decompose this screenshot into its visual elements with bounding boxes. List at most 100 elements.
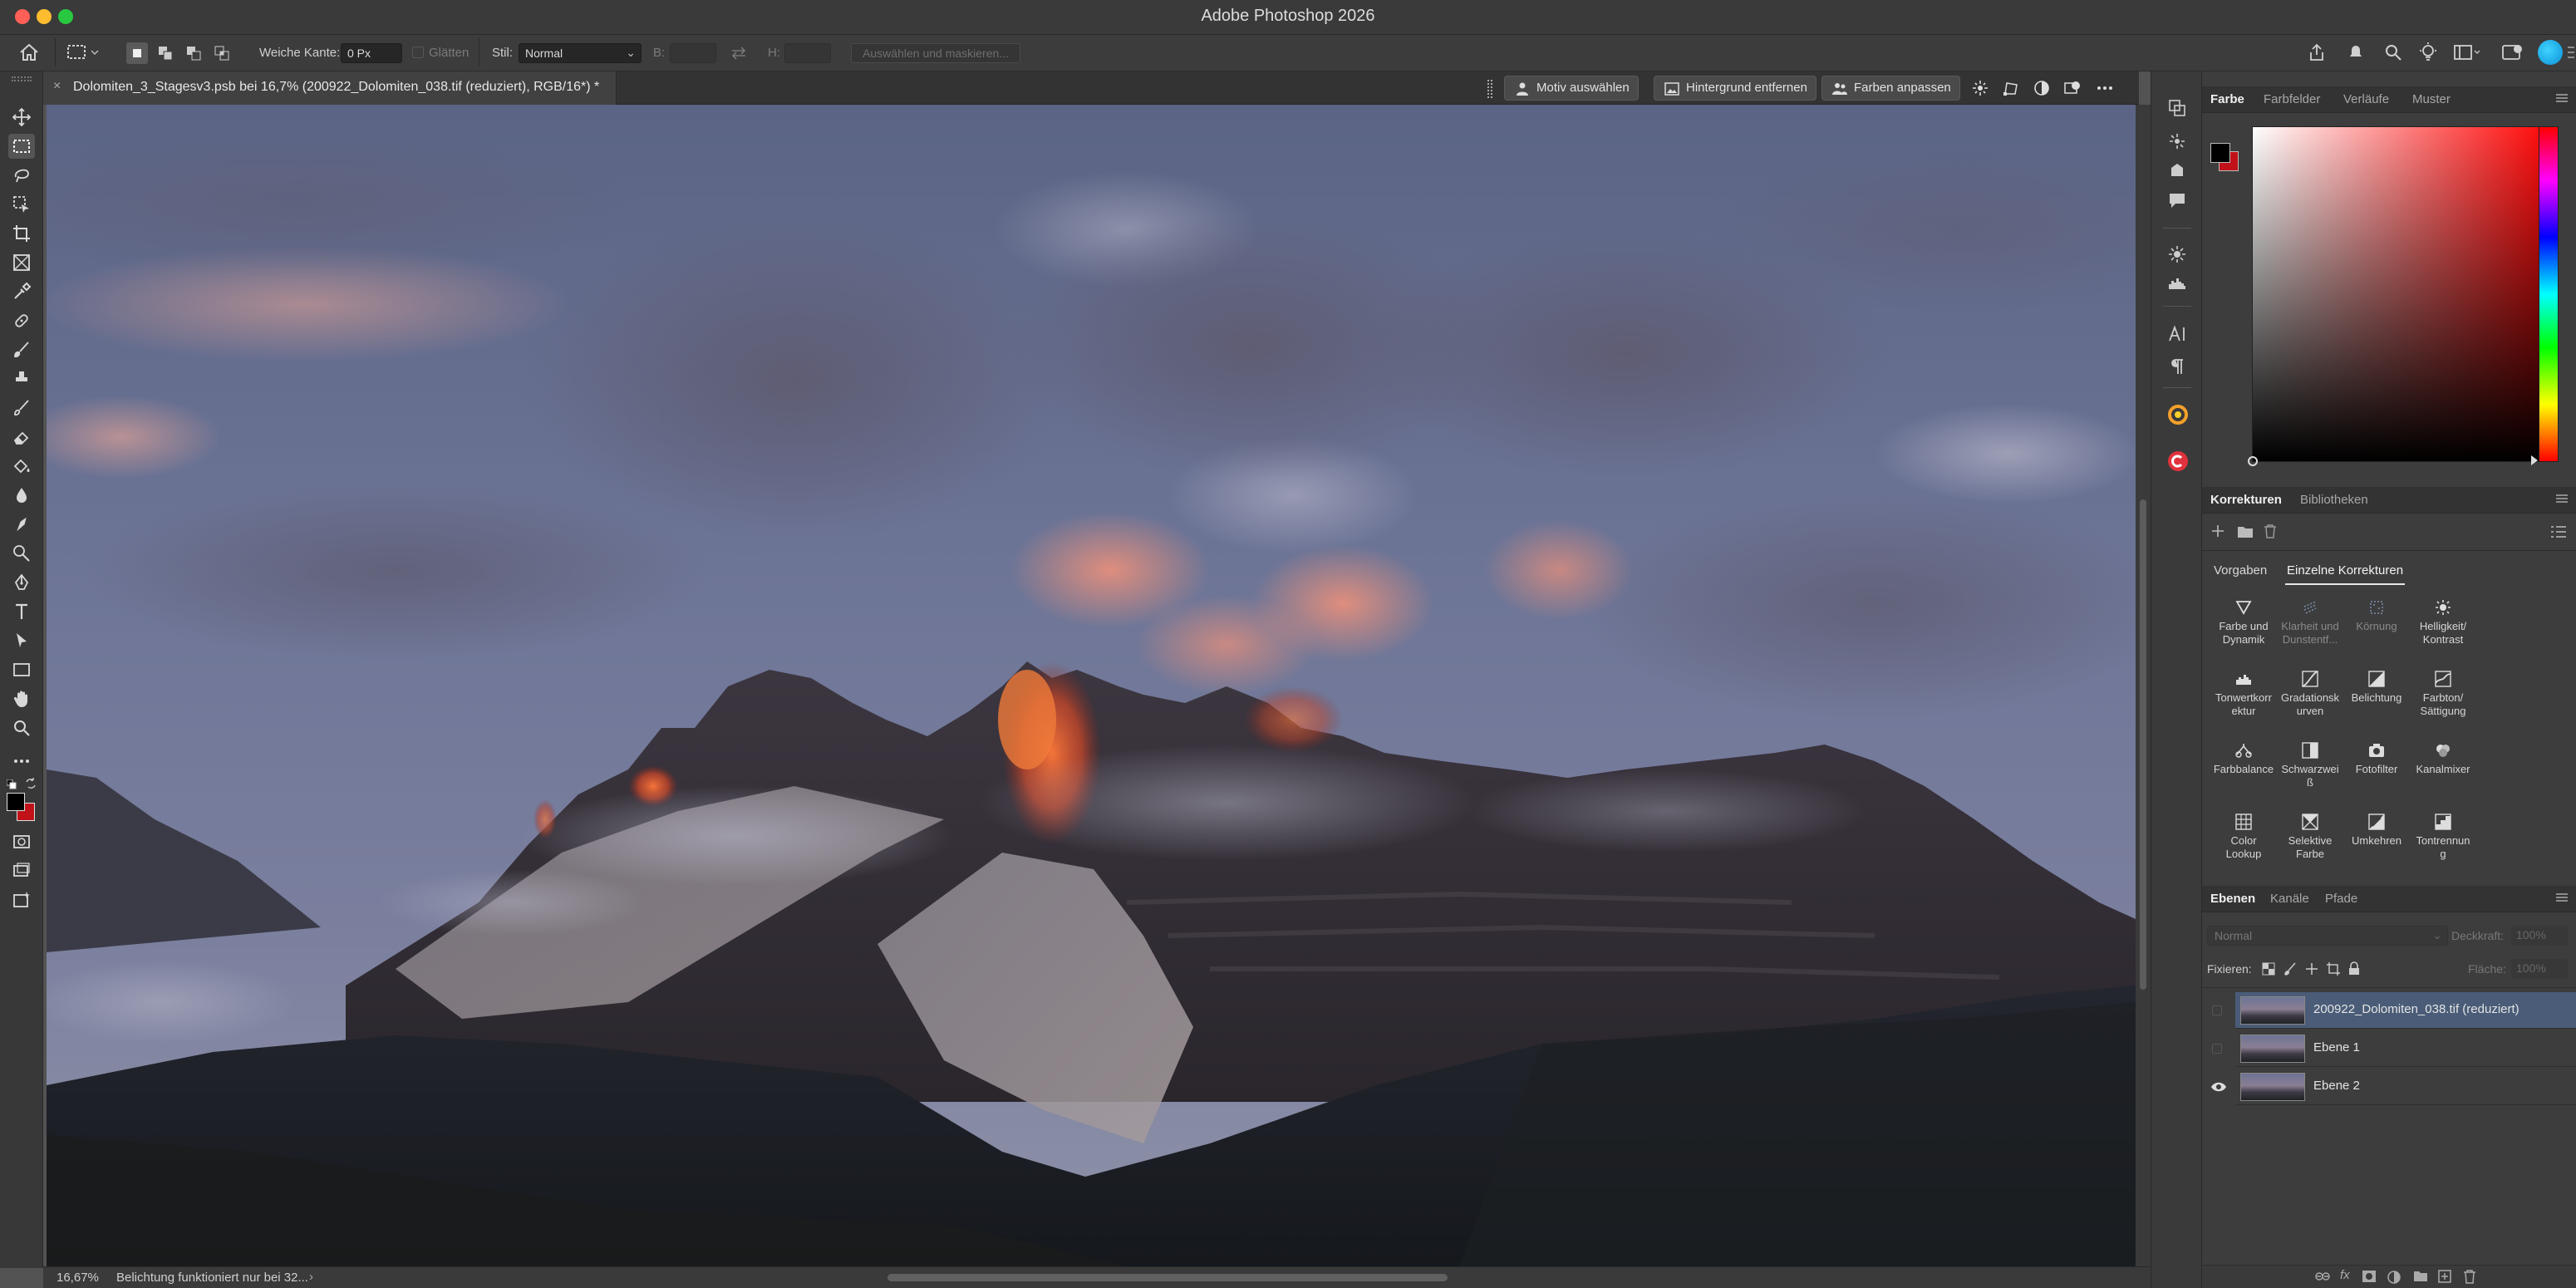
color-field[interactable]	[2248, 126, 2558, 466]
visibility-toggle[interactable]	[2202, 992, 2235, 1029]
subtab-vorgaben[interactable]: Vorgaben	[2214, 563, 2267, 578]
brush-tool-icon[interactable]	[8, 337, 35, 362]
adjustment-item[interactable]: Fotofilter	[2342, 741, 2411, 776]
transform-icon[interactable]	[2003, 80, 2019, 96]
marquee-tool-icon[interactable]	[8, 134, 35, 159]
adjustment-item[interactable]: Farbbalance	[2209, 741, 2279, 776]
taskbar-grip[interactable]	[1487, 80, 1492, 98]
visibility-toggle[interactable]	[2202, 1030, 2235, 1067]
adjustment-item[interactable]: Color Lookup	[2209, 813, 2279, 861]
intersect-selection-icon[interactable]	[213, 44, 233, 62]
panel-menu-icon[interactable]	[2568, 45, 2574, 60]
adjustment-item[interactable]: Helligkeit/Kontrast	[2408, 598, 2478, 646]
width-input[interactable]	[670, 43, 716, 63]
list-view-icon[interactable]	[2551, 525, 2566, 538]
adjustment-item[interactable]: Farbe und Dynamik	[2209, 598, 2279, 646]
adjustment-item[interactable]: Umkehren	[2342, 813, 2411, 848]
lasso-tool-icon[interactable]	[8, 163, 35, 188]
adjustment-item[interactable]: Selektive Farbe	[2275, 813, 2345, 861]
new-layer-icon[interactable]	[2438, 1270, 2451, 1283]
folder-icon[interactable]	[2237, 525, 2254, 538]
adjustment-item[interactable]: Tonwertkorr ektur	[2209, 670, 2279, 718]
layer-effects-icon[interactable]: fx	[2340, 1268, 2350, 1282]
clone-stamp-tool-icon[interactable]	[8, 366, 35, 391]
lock-position-icon[interactable]	[2305, 962, 2318, 976]
share-icon[interactable]	[2307, 42, 2327, 62]
foreground-color-chip[interactable]	[2210, 143, 2230, 163]
remove-background-button[interactable]: Hintergrund entfernen	[1654, 76, 1816, 101]
discover-lightbulb-icon[interactable]	[2418, 42, 2438, 63]
blend-mode-select[interactable]: Normal ⌄	[2207, 926, 2448, 946]
color-picker-handle[interactable]	[2248, 456, 2258, 466]
eye-icon[interactable]	[2202, 1069, 2235, 1105]
history-brush-tool-icon[interactable]	[8, 396, 35, 420]
height-input[interactable]	[784, 43, 831, 63]
generative-tools-icon[interactable]	[8, 887, 35, 912]
delete-layer-icon[interactable]	[2463, 1269, 2476, 1284]
trash-icon[interactable]	[2264, 524, 2277, 538]
subtab-einzelne-korrekturen[interactable]: Einzelne Korrekturen	[2287, 563, 2403, 578]
sharpen-tool-icon[interactable]	[8, 512, 35, 537]
tab-farbfelder[interactable]: Farbfelder	[2264, 92, 2320, 106]
tab-ebenen[interactable]: Ebenen	[2210, 892, 2255, 906]
eraser-tool-icon[interactable]	[8, 425, 35, 450]
dodge-tool-icon[interactable]	[8, 541, 35, 566]
fill-input[interactable]: 100%	[2511, 959, 2568, 979]
adjustment-item[interactable]: Schwarzwei ß	[2275, 741, 2345, 789]
eyedropper-tool-icon[interactable]	[8, 279, 35, 304]
select-and-mask-button[interactable]: Auswählen und maskieren...	[851, 43, 1020, 63]
adjustment-item[interactable]: Gradationsk urven	[2275, 670, 2345, 718]
layer-row[interactable]: 200922_Dolomiten_038.tif (reduziert)	[2235, 992, 2576, 1029]
horizontal-scrollbar-thumb[interactable]	[887, 1274, 1448, 1281]
layer-row[interactable]: Ebene 2	[2235, 1069, 2576, 1105]
antialias-checkbox[interactable]	[412, 47, 424, 58]
quick-mask-icon[interactable]	[8, 829, 35, 854]
adjustment-item[interactable]: Farbton/Sättigung	[2408, 670, 2478, 718]
search-icon[interactable]	[2383, 42, 2403, 62]
new-group-icon[interactable]	[2413, 1271, 2428, 1282]
hue-slider[interactable]	[2539, 126, 2559, 462]
path-selection-tool-icon[interactable]	[8, 628, 35, 653]
tab-korrekturen[interactable]: Korrekturen	[2210, 493, 2282, 507]
toolbar-grip[interactable]	[12, 76, 32, 81]
zoom-tool-icon[interactable]	[8, 715, 35, 740]
marquee-preset-icon[interactable]	[66, 43, 100, 61]
bell-icon[interactable]	[2347, 42, 2365, 62]
plugin-orange-icon[interactable]	[2167, 404, 2189, 425]
style-select[interactable]: Normal ⌄	[519, 43, 642, 63]
subtract-from-selection-icon[interactable]	[184, 44, 204, 62]
tab-kanaele[interactable]: Kanäle	[2270, 892, 2309, 906]
pen-tool-icon[interactable]	[8, 570, 35, 595]
lock-image-pixels-icon[interactable]	[2283, 962, 2297, 976]
plugin-red-icon[interactable]	[2167, 450, 2189, 472]
blur-tool-icon[interactable]	[8, 483, 35, 508]
zoom-level[interactable]: 16,67%	[57, 1271, 99, 1285]
enhance-icon[interactable]	[1972, 80, 1989, 96]
panel-menu-icon[interactable]	[2556, 92, 2568, 104]
add-mask-icon[interactable]	[2362, 1270, 2377, 1283]
swap-colors-icon[interactable]	[25, 778, 37, 789]
hand-tool-icon[interactable]	[8, 686, 35, 711]
type-tool-icon[interactable]	[8, 599, 35, 624]
move-tool-icon[interactable]	[8, 105, 35, 130]
opacity-input[interactable]: 100%	[2511, 926, 2568, 946]
panel-menu-icon[interactable]	[2556, 892, 2568, 903]
avatar[interactable]	[2538, 40, 2563, 65]
layer-row[interactable]: Ebene 1	[2235, 1030, 2576, 1067]
rectangle-tool-icon[interactable]	[8, 657, 35, 682]
tab-muster[interactable]: Muster	[2412, 92, 2451, 106]
tab-pfade[interactable]: Pfade	[2325, 892, 2357, 906]
feather-input[interactable]: 0 Px	[341, 43, 402, 63]
more-tools-icon[interactable]	[8, 749, 35, 774]
adjustment-item[interactable]: Tontrennun g	[2408, 813, 2478, 861]
adjustment-item[interactable]: Kanalmixer	[2408, 741, 2478, 776]
adjustment-item[interactable]: Klarheit und Dunstentf...	[2275, 598, 2345, 646]
screen-mode-icon[interactable]	[8, 858, 35, 883]
frame-tool-icon[interactable]	[8, 250, 35, 275]
foreground-color-swatch[interactable]	[7, 793, 25, 811]
adjustment-item[interactable]: Belichtung	[2342, 670, 2411, 705]
status-info[interactable]: Belichtung funktioniert nur bei 32...	[116, 1271, 308, 1285]
lock-all-icon[interactable]	[2348, 961, 2360, 976]
spot-healing-tool-icon[interactable]	[8, 308, 35, 333]
adjustment-item[interactable]: Körnung	[2342, 598, 2411, 633]
